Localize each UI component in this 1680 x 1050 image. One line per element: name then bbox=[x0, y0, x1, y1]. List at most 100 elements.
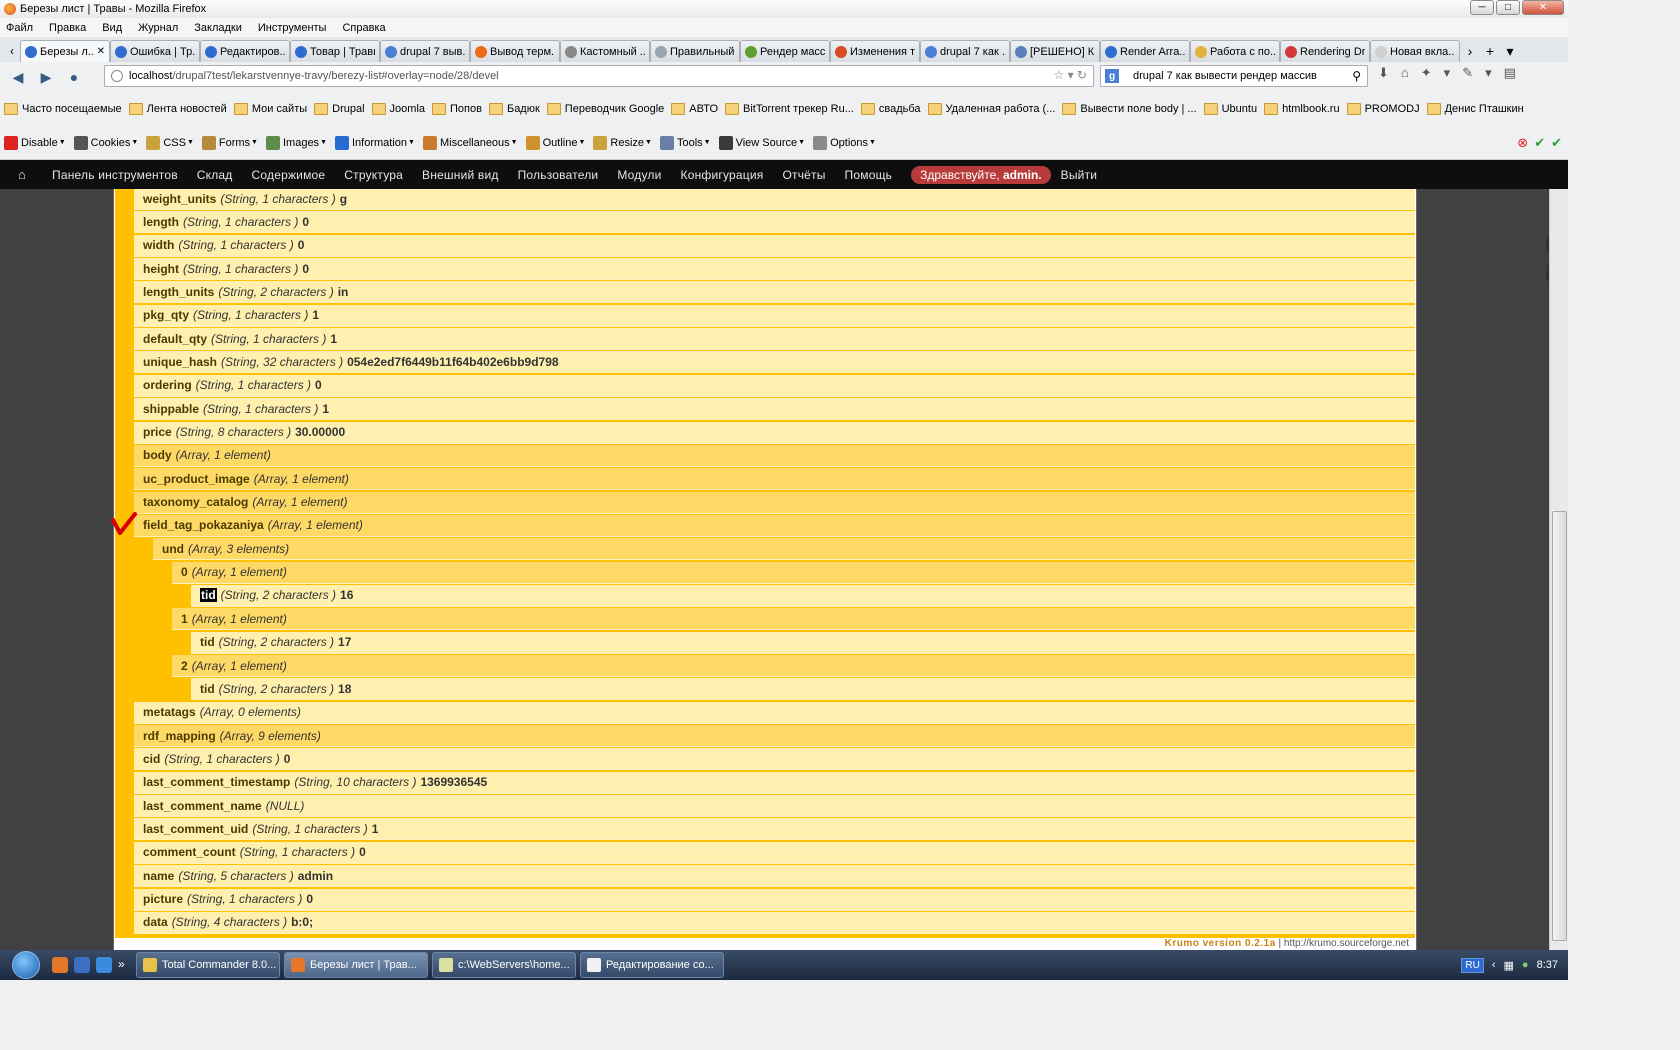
firefox-sync-icon[interactable]: ● bbox=[60, 65, 88, 89]
devtool-css[interactable]: CSS ▼ bbox=[146, 135, 194, 150]
admin-menu-item[interactable]: Модули bbox=[617, 168, 661, 182]
tab-close-icon[interactable]: ✕ bbox=[97, 46, 105, 57]
bookmark-item[interactable]: Лента новостей bbox=[128, 103, 227, 115]
tab-13[interactable]: Работа с по... bbox=[1190, 40, 1280, 62]
tab-9[interactable]: Изменения т... bbox=[830, 40, 920, 62]
admin-menu-item[interactable]: Панель инструментов bbox=[52, 168, 178, 182]
admin-menu-item[interactable]: Структура bbox=[344, 168, 403, 182]
admin-menu-item[interactable]: Отчёты bbox=[782, 168, 825, 182]
bookmark-item[interactable]: Переводчик Google bbox=[546, 103, 664, 115]
search-input[interactable]: drupal 7 как вывести рендер массив bbox=[1133, 70, 1317, 82]
close-window-button[interactable]: ✕ bbox=[1522, 0, 1564, 15]
firefox-quicklaunch-icon[interactable] bbox=[52, 957, 68, 973]
menu-bookmarks[interactable]: Закладки bbox=[194, 22, 242, 34]
search-icon[interactable]: ⚲ bbox=[1352, 69, 1361, 83]
tab-1[interactable]: Ошибка | Тр... bbox=[110, 40, 200, 62]
bookmark-star-icon[interactable]: ☆ ▾ ↻ bbox=[1053, 68, 1087, 82]
home-icon[interactable]: ⌂ bbox=[1401, 65, 1409, 81]
power-icon[interactable]: ● bbox=[1522, 959, 1529, 971]
krumo-key[interactable]: rdf_mapping bbox=[143, 729, 216, 743]
scrollbar-thumb[interactable] bbox=[1552, 511, 1567, 941]
tab-6[interactable]: Кастомный ... bbox=[560, 40, 650, 62]
devtool-view-source[interactable]: View Source ▼ bbox=[718, 135, 805, 150]
admin-menu-item[interactable]: Помощь bbox=[845, 168, 893, 182]
dropdown-icon[interactable]: ▾ bbox=[1444, 65, 1451, 81]
admin-menu-item[interactable]: Пользователи bbox=[518, 168, 599, 182]
tray-expand-icon[interactable]: ‹ bbox=[1492, 959, 1496, 971]
menu-view[interactable]: Вид bbox=[102, 22, 122, 34]
tab-12[interactable]: Render Arra... bbox=[1100, 40, 1190, 62]
krumo-row[interactable]: 1 (Array, 1 element) bbox=[172, 608, 1415, 631]
bookmark-item[interactable]: Joomla bbox=[371, 103, 425, 115]
krumo-key[interactable]: field_tag_pokazaniya bbox=[143, 518, 264, 532]
site-identity-icon[interactable] bbox=[111, 70, 123, 82]
quicklaunch-more-icon[interactable]: » bbox=[118, 957, 128, 973]
krumo-key[interactable]: 1 bbox=[181, 612, 188, 626]
bookmark-item[interactable]: Ubuntu bbox=[1203, 103, 1257, 115]
tab-8[interactable]: Рендер масс... bbox=[740, 40, 830, 62]
devtool-miscellaneous[interactable]: Miscellaneous ▼ bbox=[422, 135, 518, 150]
devtool-tools[interactable]: Tools ▼ bbox=[659, 135, 711, 150]
menu-file[interactable]: Файл bbox=[6, 22, 33, 34]
tab-list-icon[interactable]: ▾ bbox=[1500, 40, 1520, 62]
error-status-icon[interactable]: ⊗ bbox=[1517, 135, 1528, 151]
tab-4[interactable]: drupal 7 выв... bbox=[380, 40, 470, 62]
taskbar-task[interactable]: c:\WebServers\home... bbox=[432, 952, 576, 978]
maximize-button[interactable]: □ bbox=[1496, 0, 1520, 15]
devtool-information[interactable]: Information ▼ bbox=[335, 135, 415, 150]
clock[interactable]: 8:37 bbox=[1537, 959, 1558, 971]
bookmark-item[interactable]: Drupal bbox=[314, 103, 365, 115]
tab-7[interactable]: Правильный... bbox=[650, 40, 740, 62]
download-icon[interactable]: ⬇ bbox=[1378, 65, 1389, 81]
menu-tools[interactable]: Инструменты bbox=[258, 22, 327, 34]
krumo-row[interactable]: und (Array, 3 elements) bbox=[153, 538, 1415, 561]
krumo-key[interactable]: taxonomy_catalog bbox=[143, 495, 248, 509]
bookmark-item[interactable]: Вывести поле body | ... bbox=[1062, 103, 1197, 115]
menu-dropdown-icon[interactable]: ▾ bbox=[1485, 65, 1492, 81]
tab-scroll-left-icon[interactable]: ‹ bbox=[4, 40, 20, 62]
taskbar-task[interactable]: Редактирование со... bbox=[580, 952, 724, 978]
krumo-row[interactable]: uc_product_image (Array, 1 element) bbox=[134, 468, 1415, 491]
krumo-version[interactable]: Krumo version 0.2.1a bbox=[1165, 938, 1276, 949]
menu-help[interactable]: Справка bbox=[342, 22, 385, 34]
admin-menu-item[interactable]: Содержимое bbox=[252, 168, 326, 182]
bookmark-item[interactable]: PROMODJ bbox=[1346, 103, 1420, 115]
devtool-outline[interactable]: Outline ▼ bbox=[525, 135, 585, 150]
logout-link[interactable]: Выйти bbox=[1061, 168, 1098, 182]
tab-10[interactable]: drupal 7 как ... bbox=[920, 40, 1010, 62]
admin-home-icon[interactable]: ⌂ bbox=[18, 167, 34, 182]
bookmark-item[interactable]: АВТО bbox=[671, 103, 718, 115]
network-icon[interactable]: ▦ bbox=[1504, 959, 1514, 972]
tab-14[interactable]: Rendering Dr... bbox=[1280, 40, 1370, 62]
addon-icon[interactable]: ✦ bbox=[1421, 65, 1432, 81]
menu-edit[interactable]: Правка bbox=[49, 22, 86, 34]
outlook-quicklaunch-icon[interactable] bbox=[74, 957, 90, 973]
tools-icon[interactable]: ✎ bbox=[1462, 65, 1473, 81]
krumo-key[interactable]: 0 bbox=[181, 565, 188, 579]
admin-menu-item[interactable]: Внешний вид bbox=[422, 168, 499, 182]
language-indicator[interactable]: RU bbox=[1461, 957, 1484, 973]
google-search-icon[interactable]: g bbox=[1105, 69, 1119, 83]
admin-greeting[interactable]: Здравствуйте, admin. bbox=[911, 165, 1051, 184]
tab-15[interactable]: Новая вкла... bbox=[1370, 40, 1460, 62]
admin-menu-item[interactable]: Конфигурация bbox=[681, 168, 764, 182]
tab-3[interactable]: Товар | Травы bbox=[290, 40, 380, 62]
krumo-row[interactable]: field_tag_pokazaniya (Array, 1 element) bbox=[134, 514, 1415, 537]
krumo-row[interactable]: taxonomy_catalog (Array, 1 element) bbox=[134, 491, 1415, 514]
bookmark-item[interactable]: Денис Пташкин bbox=[1426, 103, 1524, 115]
tab-0[interactable]: Березы л... ✕ bbox=[20, 40, 110, 62]
page-scrollbar[interactable] bbox=[1549, 189, 1568, 950]
taskbar-task[interactable]: Березы лист | Трав... bbox=[284, 952, 428, 978]
krumo-key[interactable]: und bbox=[162, 542, 184, 556]
krumo-row[interactable]: 0 (Array, 1 element) bbox=[172, 561, 1415, 584]
bookmark-item[interactable]: Попов bbox=[432, 103, 482, 115]
admin-menu-item[interactable]: Склад bbox=[197, 168, 233, 182]
krumo-row[interactable]: body (Array, 1 element) bbox=[134, 444, 1415, 467]
firebug-icon[interactable]: ▤ bbox=[1504, 65, 1516, 81]
devtool-images[interactable]: Images ▼ bbox=[265, 135, 327, 150]
url-bar[interactable]: localhost /drupal7test/lekarstvennye-tra… bbox=[104, 65, 1094, 87]
krumo-key[interactable]: body bbox=[143, 448, 172, 462]
devtool-options[interactable]: Options ▼ bbox=[813, 135, 876, 150]
krumo-row[interactable]: rdf_mapping (Array, 9 elements) bbox=[134, 725, 1415, 748]
krumo-key[interactable]: uc_product_image bbox=[143, 472, 250, 486]
